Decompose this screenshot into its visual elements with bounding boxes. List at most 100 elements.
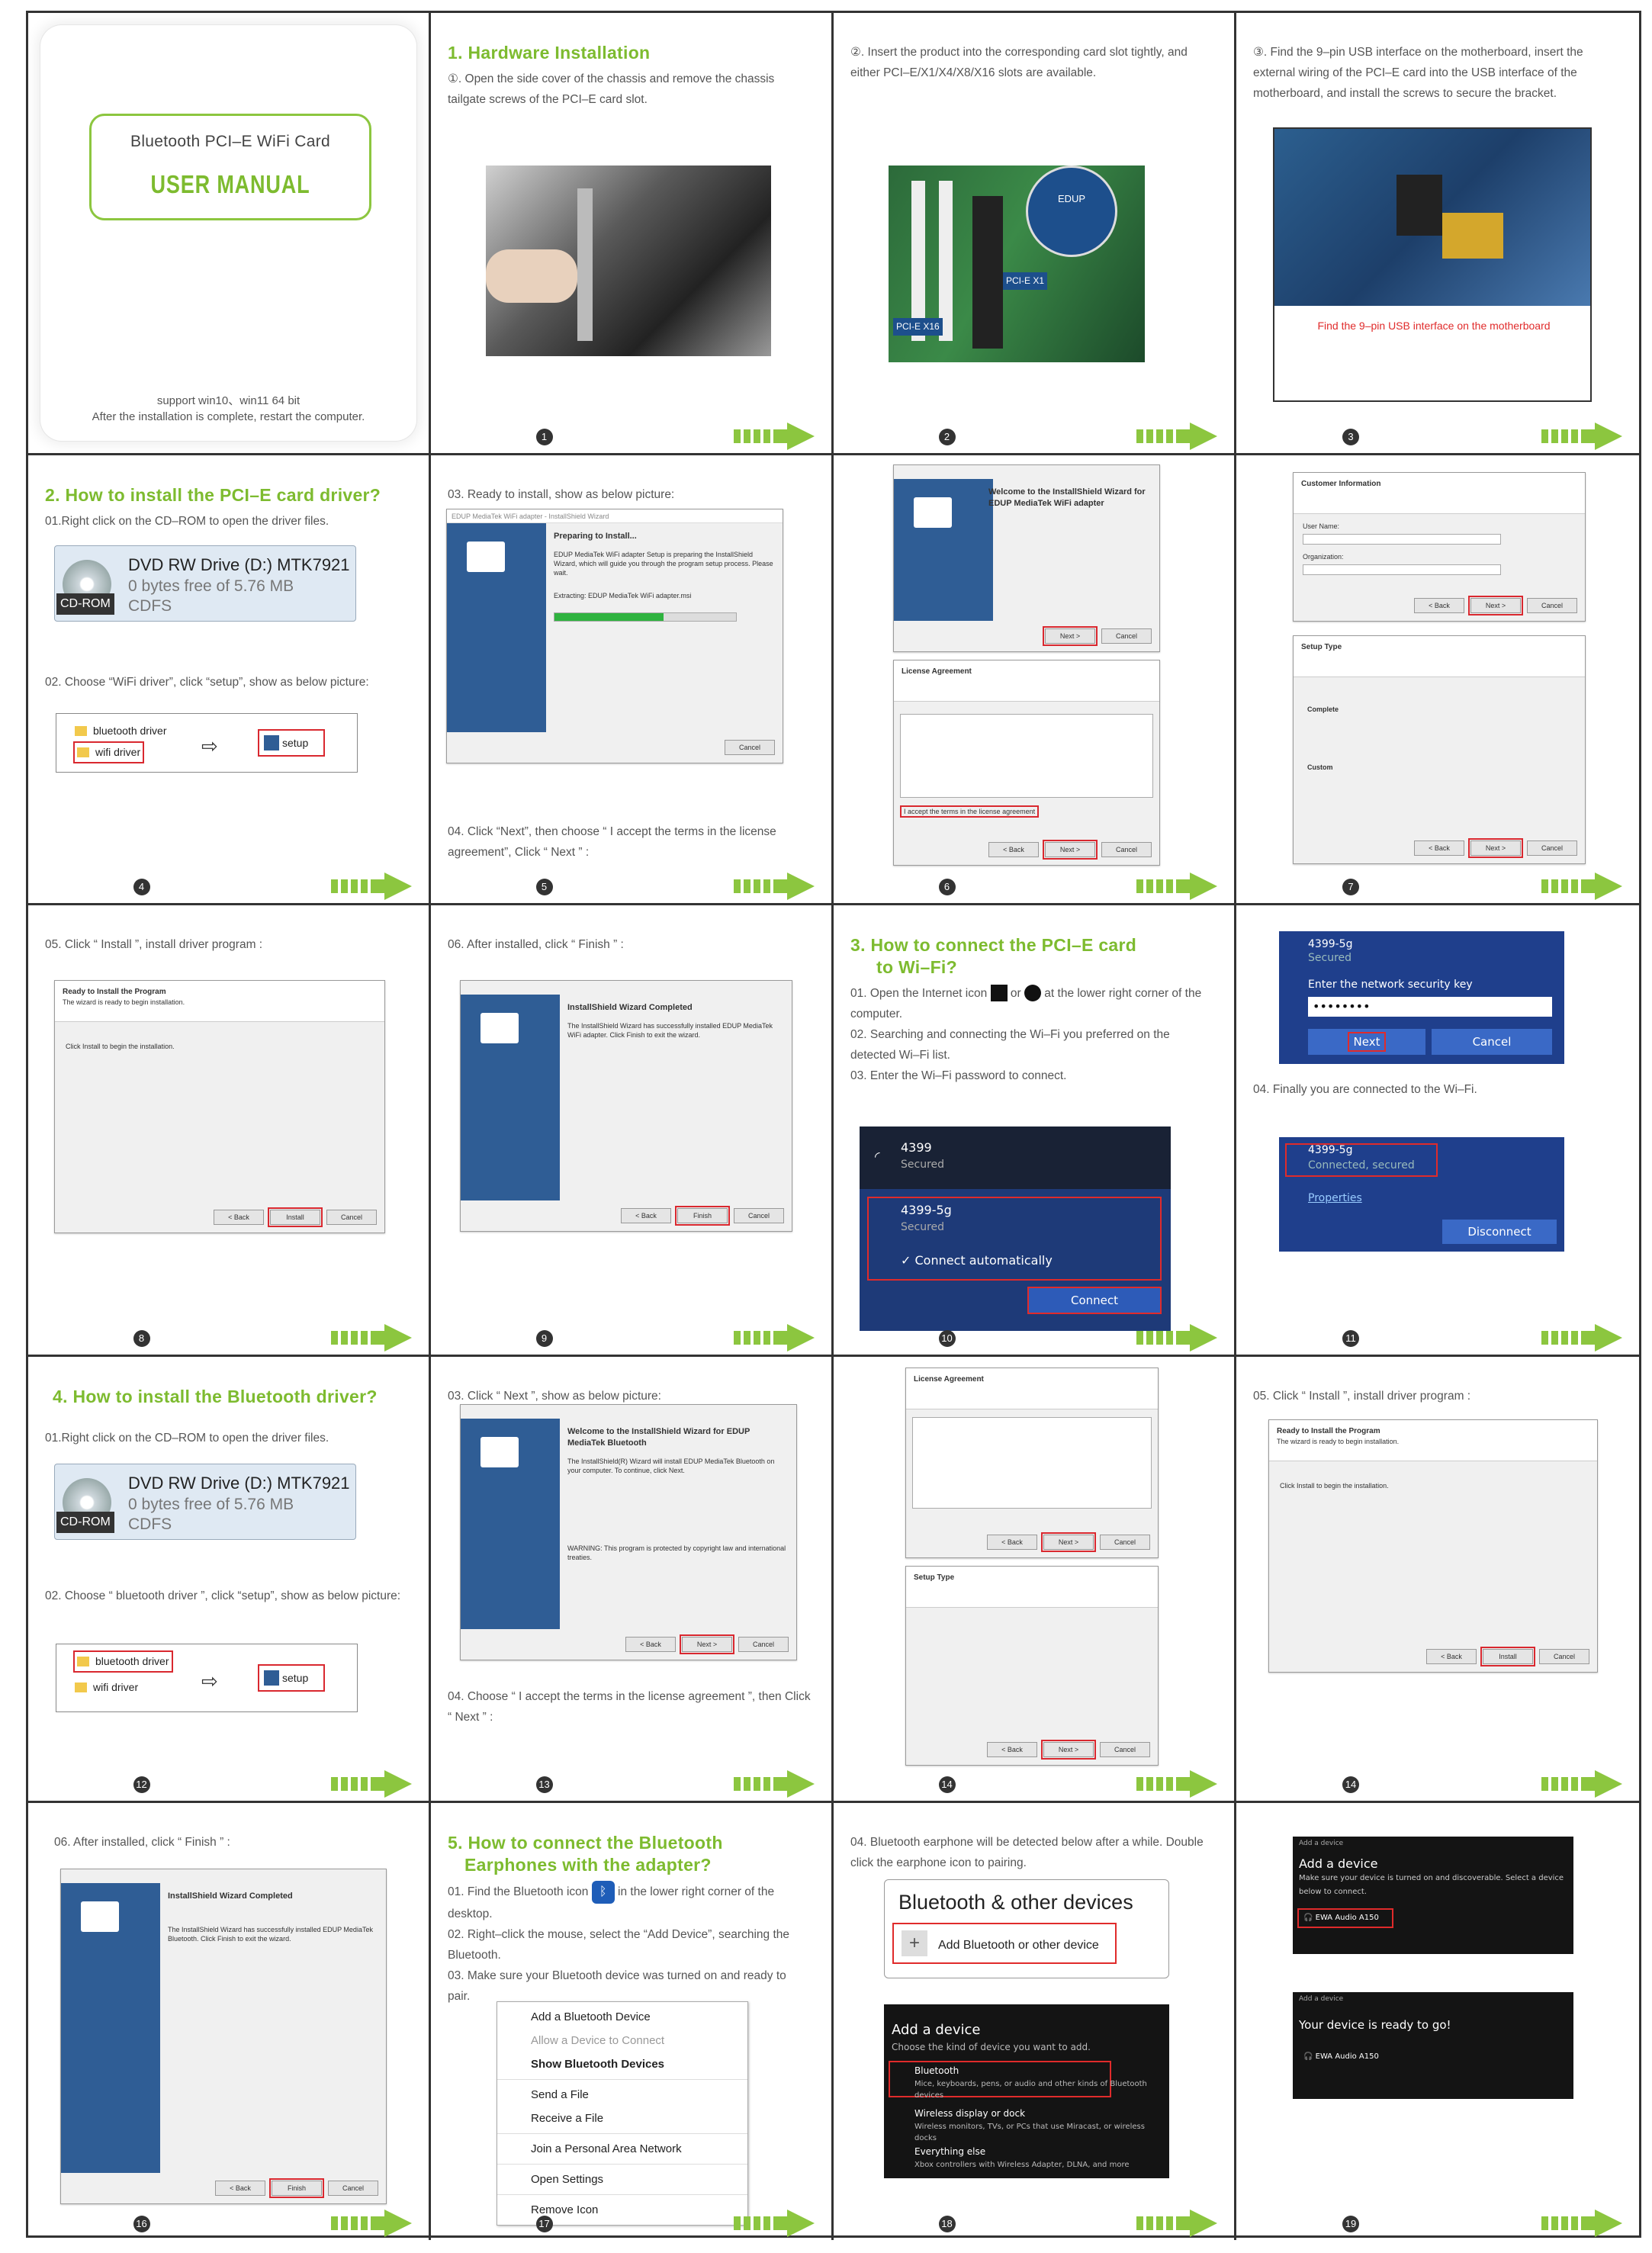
back-button[interactable]: < Back: [1414, 598, 1464, 613]
next-arrow-icon[interactable]: [331, 1324, 413, 1351]
page-number: 6: [938, 879, 956, 895]
cancel-button[interactable]: Cancel: [1527, 598, 1577, 613]
next-button[interactable]: Next >: [1468, 838, 1523, 858]
folder-wifi[interactable]: wifi driver: [75, 1678, 138, 1697]
cd-drive-tile[interactable]: CD-ROM DVD RW Drive (D:) MTK7921 0 bytes…: [54, 1464, 356, 1540]
complete-radio[interactable]: Complete: [1307, 705, 1339, 714]
menu-item-open-settings[interactable]: Open Settings: [497, 2168, 747, 2191]
cancel-button[interactable]: Cancel: [738, 1637, 789, 1652]
next-arrow-icon[interactable]: [331, 2210, 413, 2237]
install-button[interactable]: Install: [1480, 1647, 1535, 1666]
next-button[interactable]: Next >: [1043, 840, 1098, 860]
next-arrow-icon[interactable]: [331, 1770, 413, 1798]
network-4399[interactable]: 4399 Secured: [901, 1140, 944, 1172]
setup-file[interactable]: setup: [258, 1664, 325, 1692]
auto-connect-check[interactable]: ✓ Connect automatically: [901, 1250, 1053, 1271]
next-button[interactable]: Next >: [1043, 626, 1098, 646]
back-button[interactable]: < Back: [1414, 840, 1464, 856]
cancel-button[interactable]: Cancel: [1432, 1029, 1552, 1055]
next-arrow-icon[interactable]: [1136, 423, 1219, 450]
next-arrow-icon[interactable]: [1541, 423, 1624, 450]
back-button[interactable]: < Back: [987, 1535, 1037, 1550]
next-button[interactable]: Next: [1308, 1029, 1425, 1055]
network-selected[interactable]: 4399-5g Secured ✓ Connect automatically C…: [860, 1189, 1171, 1331]
cd-drive-tile[interactable]: CD-ROM DVD RW Drive (D:) MTK7921 0 bytes…: [54, 545, 356, 622]
custom-radio[interactable]: Custom: [1307, 763, 1333, 772]
page-number: 7: [1342, 879, 1359, 895]
next-arrow-icon[interactable]: [1541, 1324, 1624, 1351]
finish-button[interactable]: Finish: [675, 1206, 730, 1226]
window-title: EDUP MediaTek WiFi adapter - InstallShie…: [447, 509, 783, 523]
menu-item-allow-connect[interactable]: Allow a Device to Connect: [497, 2029, 747, 2052]
back-button[interactable]: < Back: [215, 2181, 265, 2196]
back-button[interactable]: < Back: [988, 842, 1039, 857]
next-arrow-icon[interactable]: [734, 1770, 816, 1798]
extract-text: Extracting: EDUP MediaTek WiFi adapter.m…: [554, 592, 692, 600]
next-arrow-icon[interactable]: [1541, 873, 1624, 900]
disconnect-button[interactable]: Disconnect: [1442, 1220, 1557, 1244]
menu-item-remove-icon[interactable]: Remove Icon: [497, 2198, 747, 2222]
option-everything-else[interactable]: Everything else Xbox controllers with Wir…: [914, 2146, 1130, 2170]
add-device-button[interactable]: Add Bluetooth or other device: [938, 1935, 1099, 1956]
cancel-button[interactable]: Cancel: [326, 1210, 377, 1225]
next-arrow-icon[interactable]: [1541, 1770, 1624, 1798]
option-wireless-display[interactable]: Wireless display or dock Wireless monitor…: [914, 2108, 1169, 2144]
page-number: 18: [938, 2216, 956, 2232]
next-arrow-icon[interactable]: [734, 423, 816, 450]
cancel-button[interactable]: Cancel: [328, 2181, 378, 2196]
connect-button[interactable]: Connect: [1027, 1287, 1162, 1314]
install-button[interactable]: Install: [268, 1207, 323, 1227]
back-button[interactable]: < Back: [214, 1210, 264, 1225]
folder-bluetooth[interactable]: bluetooth driver: [73, 1650, 173, 1673]
license-text: [912, 1417, 1152, 1509]
password-field[interactable]: ••••••••: [1308, 997, 1552, 1017]
next-arrow-icon[interactable]: [1136, 1324, 1219, 1351]
finish-button[interactable]: Finish: [269, 2178, 324, 2198]
next-arrow-icon[interactable]: [331, 873, 413, 900]
next-arrow-icon[interactable]: [734, 1324, 816, 1351]
menu-item-send-file[interactable]: Send a File: [497, 2083, 747, 2107]
card-label: EDUP: [1057, 193, 1086, 204]
next-arrow-icon[interactable]: [1541, 2210, 1624, 2237]
device-ewa-a150[interactable]: 🎧 EWA Audio A150: [1303, 1911, 1379, 1925]
cancel-button[interactable]: Cancel: [725, 740, 775, 755]
cancel-button[interactable]: Cancel: [1101, 628, 1152, 644]
next-arrow-icon[interactable]: [1136, 1770, 1219, 1798]
next-arrow-icon[interactable]: [1136, 873, 1219, 900]
page-number: 3: [1342, 429, 1359, 445]
menu-item-receive-file[interactable]: Receive a File: [497, 2107, 747, 2130]
back-button[interactable]: < Back: [621, 1208, 671, 1223]
option-bluetooth[interactable]: Bluetooth Mice, keyboards, pens, or audio…: [914, 2065, 1169, 2101]
folder-wifi[interactable]: wifi driver: [72, 741, 145, 763]
next-arrow-icon[interactable]: [734, 873, 816, 900]
cancel-button[interactable]: Cancel: [1539, 1649, 1589, 1664]
org-field[interactable]: [1303, 564, 1501, 575]
cancel-button[interactable]: Cancel: [1527, 840, 1577, 856]
next-arrow-icon[interactable]: [1136, 2210, 1219, 2237]
user-field[interactable]: [1303, 534, 1501, 545]
menu-item-join-pan[interactable]: Join a Personal Area Network: [497, 2137, 747, 2161]
page-15: 05. Click “ Install ”, install driver pr…: [1236, 1357, 1639, 1803]
cancel-button[interactable]: Cancel: [1100, 1742, 1150, 1757]
next-arrow-icon[interactable]: [734, 2210, 816, 2237]
installer-icon: [914, 497, 952, 528]
page-number: 12: [133, 1776, 150, 1793]
properties-link[interactable]: Properties: [1308, 1189, 1362, 1208]
back-button[interactable]: < Back: [1426, 1649, 1477, 1664]
folder-bluetooth[interactable]: bluetooth driver: [75, 722, 167, 741]
next-button[interactable]: Next >: [1041, 1532, 1096, 1552]
next-button[interactable]: Next >: [1468, 596, 1523, 615]
section-heading: 5. How to connect the Bluetooth: [448, 1833, 723, 1853]
menu-item-add-device[interactable]: Add a Bluetooth Device: [497, 2005, 747, 2029]
next-button[interactable]: Next >: [680, 1634, 734, 1654]
accept-radio[interactable]: I accept the terms in the license agreem…: [900, 805, 1040, 818]
next-button[interactable]: Next >: [1041, 1740, 1096, 1760]
cancel-button[interactable]: Cancel: [734, 1208, 784, 1223]
back-button[interactable]: < Back: [987, 1742, 1037, 1757]
cancel-button[interactable]: Cancel: [1100, 1535, 1150, 1550]
installer-icon: [467, 542, 505, 572]
cancel-button[interactable]: Cancel: [1101, 842, 1152, 857]
setup-file[interactable]: setup: [258, 729, 325, 757]
back-button[interactable]: < Back: [625, 1637, 676, 1652]
menu-item-show-devices[interactable]: Show Bluetooth Devices: [497, 2052, 747, 2076]
